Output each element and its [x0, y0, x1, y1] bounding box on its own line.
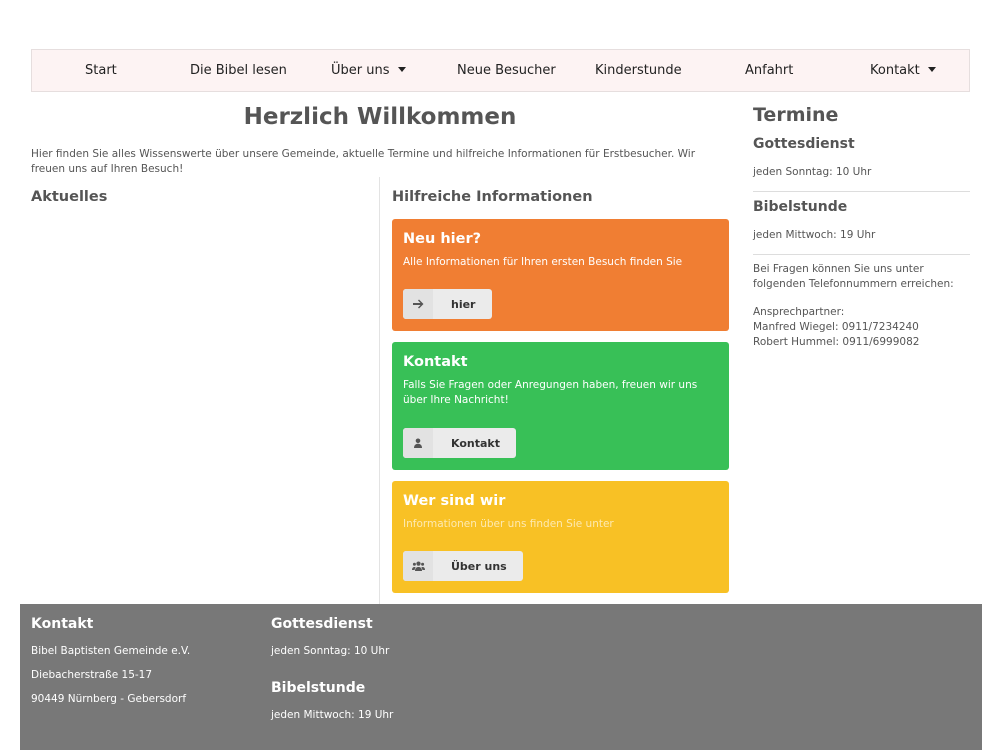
nav-item-kinderstunde[interactable]: Kinderstunde [595, 50, 682, 91]
caret-down-icon [927, 67, 936, 72]
nav-item-label: Start [85, 63, 117, 78]
main-navbar: Start Die Bibel lesen Über uns Neue Besu… [31, 49, 970, 92]
gottesdienst-time: jeden Sonntag: 10 Uhr [753, 166, 872, 178]
button-label: Über uns [451, 559, 507, 573]
nav-item-label: Kontakt [870, 63, 920, 78]
intro-text: Hier finden Sie alles Wissenswerte über … [31, 148, 696, 175]
info-card-kontakt: Kontakt Falls Sie Fragen oder Anregungen… [392, 342, 729, 470]
button-label: hier [451, 297, 476, 311]
ueber-uns-button[interactable]: Über uns [403, 551, 523, 581]
info-card-neu-hier: Neu hier? Alle Informationen für Ihren e… [392, 219, 729, 331]
footer-gottesdienst-time: jeden Sonntag: 10 Uhr [271, 645, 390, 657]
users-icon [403, 551, 433, 581]
footer-gottesdienst-heading: Gottesdienst [271, 616, 373, 632]
caret-down-icon [397, 67, 406, 72]
footer-org-name: Bibel Baptisten Gemeinde e.V. [31, 645, 191, 657]
nav-item-anfahrt[interactable]: Anfahrt [745, 50, 793, 91]
kontakt-button[interactable]: Kontakt [403, 428, 516, 458]
contact-person-1: Manfred Wiegel: 0911/7234240 [753, 321, 919, 333]
nav-item-kontakt[interactable]: Kontakt [870, 50, 936, 91]
footer: Kontakt Bibel Baptisten Gemeinde e.V. Di… [20, 604, 982, 750]
card-text: Alle Informationen für Ihren ersten Besu… [403, 256, 683, 268]
neu-hier-button[interactable]: hier [403, 289, 492, 319]
page-title: Herzlich Willkommen [243, 104, 517, 130]
bibelstunde-time: jeden Mittwoch: 19 Uhr [753, 229, 876, 241]
card-title: Neu hier? [403, 231, 482, 247]
footer-bibelstunde-heading: Bibelstunde [271, 680, 366, 696]
column-divider [379, 177, 380, 605]
nav-item-label: Neue Besucher [457, 63, 556, 78]
nav-item-label: Kinderstunde [595, 63, 682, 78]
nav-item-neue-besucher[interactable]: Neue Besucher [457, 50, 556, 91]
nav-item-start[interactable]: Start [85, 50, 117, 91]
nav-item-label: Über uns [331, 63, 390, 78]
bibelstunde-heading: Bibelstunde [753, 199, 848, 215]
info-card-wer-sind-wir: Wer sind wir Informationen über uns find… [392, 481, 729, 593]
nav-item-bibel-lesen[interactable]: Die Bibel lesen [190, 50, 287, 91]
termine-sidebar: Termine Gottesdienst jeden Sonntag: 10 U… [753, 104, 970, 350]
hilfreiche-heading: Hilfreiche Informationen [392, 189, 593, 205]
button-label: Kontakt [451, 436, 500, 450]
footer-kontakt-column: Kontakt Bibel Baptisten Gemeinde e.V. Di… [31, 616, 190, 717]
card-text: Falls Sie Fragen oder Anregungen haben, … [403, 379, 698, 406]
nav-item-label: Die Bibel lesen [190, 63, 287, 78]
card-title: Kontakt [403, 354, 468, 370]
gottesdienst-heading: Gottesdienst [753, 136, 855, 152]
footer-kontakt-heading: Kontakt [31, 616, 94, 632]
aktuelles-heading: Aktuelles [31, 189, 108, 205]
user-icon [403, 428, 433, 458]
divider [753, 254, 970, 255]
nav-item-ueber-uns[interactable]: Über uns [331, 50, 406, 91]
card-title: Wer sind wir [403, 493, 506, 509]
nav-item-label: Anfahrt [745, 63, 794, 78]
footer-bibelstunde-time: jeden Mittwoch: 19 Uhr [271, 709, 394, 721]
sidebar-title: Termine [753, 104, 839, 126]
questions-text: Bei Fragen können Sie uns unter folgende… [753, 263, 954, 290]
footer-termine-column: Gottesdienst jeden Sonntag: 10 Uhr Bibel… [271, 616, 393, 733]
arrow-right-icon [403, 289, 433, 319]
contact-label: Ansprechpartner: [753, 306, 845, 318]
card-text: Informationen über uns finden Sie unter [403, 518, 614, 530]
contact-person-2: Robert Hummel: 0911/6999082 [753, 336, 920, 348]
divider [753, 191, 970, 192]
footer-street: Diebacherstraße 15-17 [31, 669, 153, 681]
footer-city: 90449 Nürnberg - Gebersdorf [31, 693, 187, 705]
